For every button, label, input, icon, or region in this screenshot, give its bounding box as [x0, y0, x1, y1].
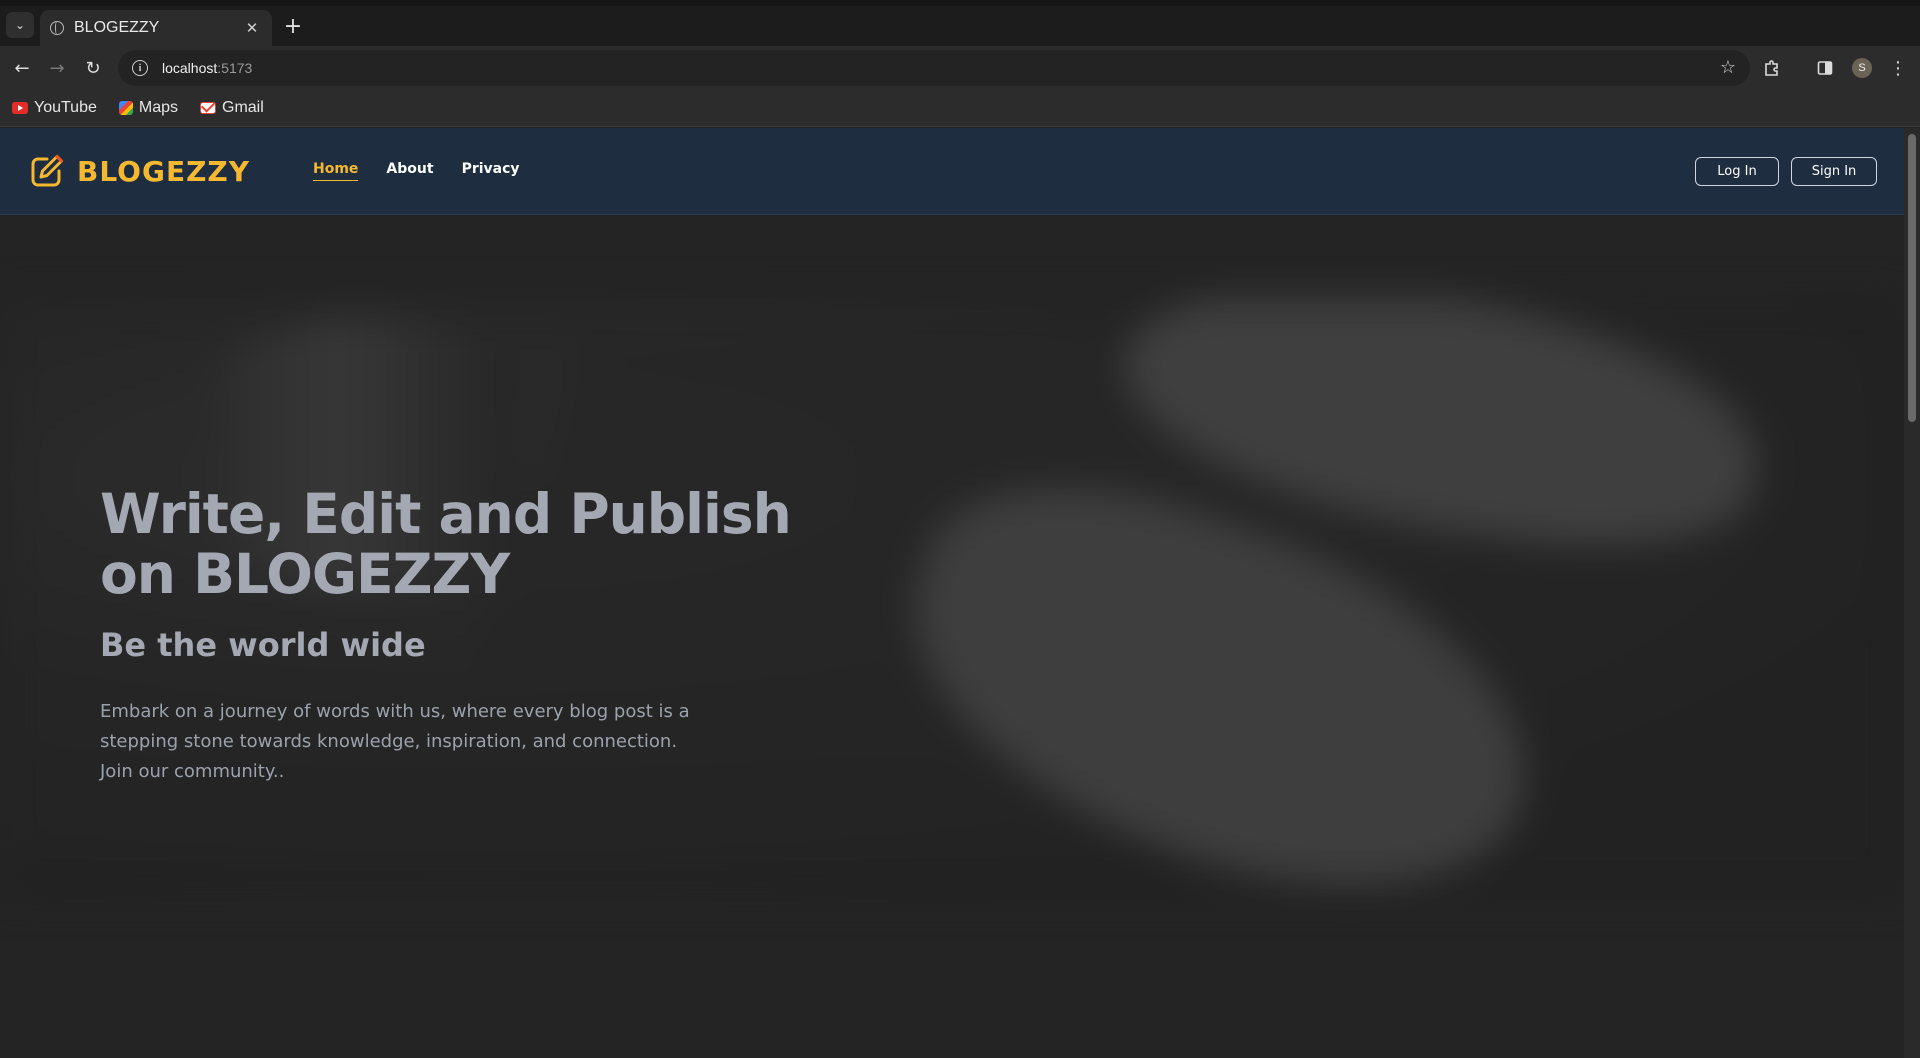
bookmark-maps[interactable]: Maps — [118, 99, 178, 117]
maps-icon — [118, 101, 133, 115]
brand-name: BLOGEZZY — [77, 154, 250, 188]
hero-title: Write, Edit and Publish on BLOGEZZY — [100, 482, 792, 606]
profile-avatar[interactable]: S — [1852, 58, 1872, 78]
edit-pencil-icon — [31, 154, 64, 187]
hero-subtitle: Be the world wide — [100, 626, 426, 664]
globe-icon — [50, 21, 64, 35]
reload-icon[interactable]: ↻ — [81, 56, 105, 80]
url-port: :5173 — [217, 60, 253, 76]
gmail-icon — [200, 102, 216, 114]
page-scrollbar[interactable] — [1904, 128, 1920, 1058]
page-viewport: BLOGEZZY Home About Privacy Log In Sign … — [0, 128, 1904, 1058]
main-nav: Home About Privacy — [313, 161, 548, 181]
address-bar[interactable]: i localhost:5173 ☆ — [118, 50, 1750, 86]
bookmark-gmail[interactable]: Gmail — [200, 99, 264, 117]
forward-arrow-icon[interactable]: → — [45, 56, 69, 80]
bookmarks-bar: YouTube Maps Gmail — [0, 90, 1920, 127]
bookmark-youtube[interactable]: YouTube — [12, 99, 97, 117]
brand-logo[interactable]: BLOGEZZY — [28, 152, 250, 190]
bookmark-label: Maps — [138, 99, 178, 116]
site-info-icon[interactable]: i — [132, 60, 148, 76]
hero-section: Write, Edit and Publish on BLOGEZZY Be t… — [0, 216, 1904, 1058]
bookmark-star-icon[interactable]: ☆ — [1720, 57, 1736, 78]
kebab-menu-icon[interactable]: ⋮ — [1886, 56, 1910, 80]
youtube-icon — [12, 102, 28, 114]
tab-strip: ⌄ BLOGEZZY ✕ + — [0, 0, 1920, 46]
bookmark-label: Gmail — [222, 99, 264, 116]
nav-home[interactable]: Home — [313, 161, 359, 181]
tab-title: BLOGEZZY — [74, 19, 160, 36]
new-tab-plus-icon[interactable]: + — [282, 16, 304, 38]
site-navbar: BLOGEZZY Home About Privacy Log In Sign … — [0, 128, 1904, 215]
hero-description: Embark on a journey of words with us, wh… — [100, 701, 690, 782]
back-arrow-icon[interactable]: ← — [10, 56, 34, 80]
nav-privacy[interactable]: Privacy — [462, 161, 520, 181]
bookmark-label: YouTube — [34, 99, 97, 116]
browser-toolbar: ← → ↻ i localhost:5173 ☆ S ⋮ — [0, 46, 1920, 90]
signin-button[interactable]: Sign In — [1791, 157, 1877, 186]
login-button[interactable]: Log In — [1695, 157, 1779, 186]
url-host: localhost — [162, 60, 218, 76]
side-panel-icon[interactable] — [1813, 56, 1837, 80]
scrollbar-thumb[interactable] — [1908, 134, 1916, 422]
browser-tab[interactable]: BLOGEZZY ✕ — [40, 10, 272, 46]
tab-search-chevron-icon[interactable]: ⌄ — [6, 12, 34, 38]
close-icon[interactable]: ✕ — [242, 19, 262, 37]
nav-about[interactable]: About — [386, 161, 433, 181]
extensions-puzzle-icon[interactable] — [1760, 56, 1784, 80]
